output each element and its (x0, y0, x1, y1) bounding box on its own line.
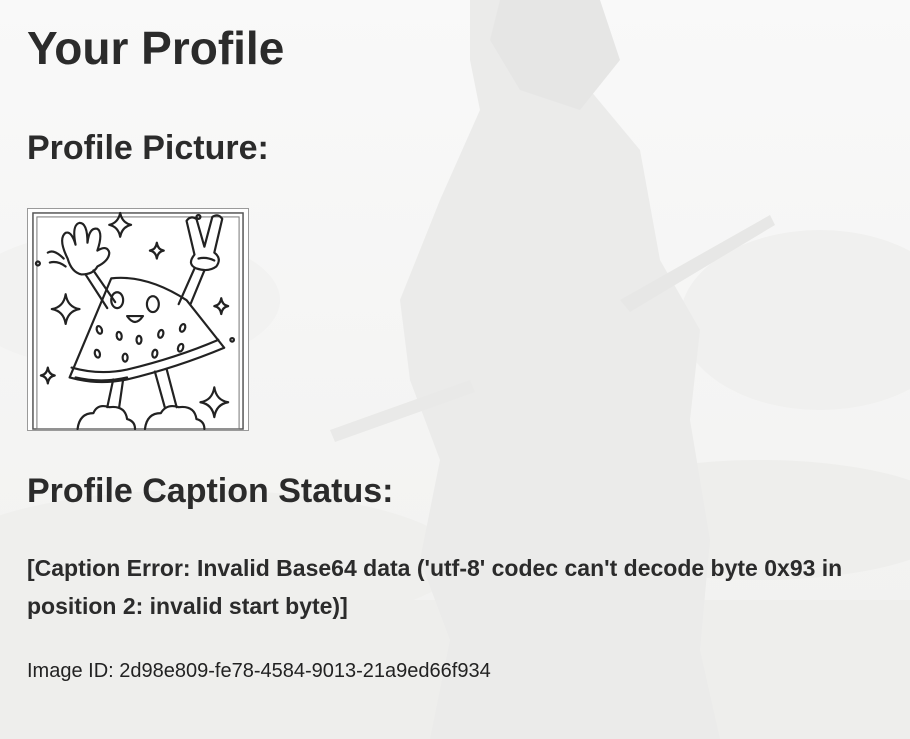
caption-status-heading: Profile Caption Status: (27, 472, 394, 510)
profile-picture-heading: Profile Picture: (27, 129, 269, 167)
caption-error-message: [Caption Error: Invalid Base64 data ('ut… (27, 555, 843, 619)
profile-picture (27, 208, 249, 431)
watermelon-mascot-icon (28, 209, 248, 430)
image-id-text: Image ID: 2d98e809-fe78-4584-9013-21a9ed… (27, 660, 491, 682)
page-title: Your Profile (27, 22, 285, 74)
